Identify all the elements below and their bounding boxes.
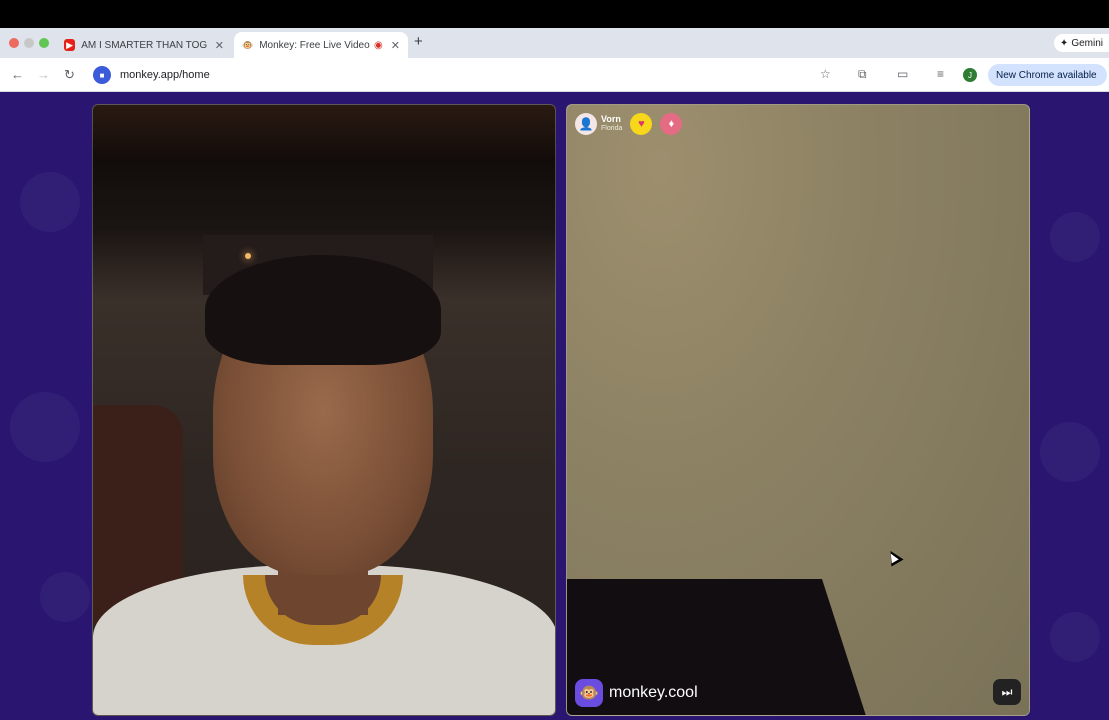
skip-button[interactable]: ⏭ — [993, 679, 1021, 705]
cast-icon[interactable]: ▭ — [897, 67, 908, 81]
peer-info: 👤 Vorn Florida ♥ ♦ — [575, 113, 683, 135]
recording-icon: ◉ — [374, 39, 383, 51]
monkey-watermark: 🐵 monkey.cool — [575, 679, 698, 707]
close-tab-icon[interactable]: ✕ — [391, 39, 400, 52]
address-bar[interactable]: ■ monkey.app/home — [88, 63, 848, 87]
peer-name: Vorn — [601, 114, 621, 124]
back-icon[interactable]: ← — [11, 67, 24, 82]
monkey-page: 👤 Vorn Florida ♥ ♦ 🐵 monkey.cool ⏭ — [0, 92, 1109, 720]
screen-top-bar — [0, 0, 1109, 28]
youtube-icon: ▶ — [64, 39, 76, 51]
background-paw-pattern — [40, 572, 90, 622]
browser-toolbar: ← → ↻ ■ monkey.app/home ☆ ⧉ ▭ ≡ J New Ch… — [0, 58, 1109, 92]
extensions-icon[interactable]: ⧉ — [858, 67, 867, 82]
background-light — [245, 253, 251, 259]
tab-title: Monkey: Free Live Video C — [259, 39, 371, 51]
chrome-update-button[interactable]: New Chrome available — [988, 64, 1107, 86]
maximize-window-icon[interactable] — [39, 38, 49, 48]
gemini-button[interactable]: ✦ Gemini — [1053, 34, 1109, 52]
monkey-icon: 🐵 — [242, 39, 254, 50]
tab-strip: ▶ AM I SMARTER THAN TOGI? ✕ 🐵 Monkey: Fr… — [0, 28, 1109, 58]
media-controls-icon[interactable]: ≡ — [937, 67, 944, 81]
close-window-icon[interactable] — [9, 38, 19, 48]
background-paw-pattern — [20, 172, 80, 232]
tab-monkey[interactable]: 🐵 Monkey: Free Live Video C ◉ ✕ — [234, 32, 408, 58]
peer-text: Vorn Florida — [601, 114, 622, 134]
heart-icon[interactable]: ♥ — [630, 113, 653, 135]
remote-video-feed: 👤 Vorn Florida ♥ ♦ 🐵 monkey.cool ⏭ — [566, 104, 1030, 716]
skip-icon: ⏭ — [1001, 684, 1013, 699]
gift-icon[interactable]: ♦ — [660, 113, 683, 135]
peer-location: Florida — [601, 125, 623, 132]
tab-youtube[interactable]: ▶ AM I SMARTER THAN TOGI? ✕ — [56, 32, 232, 58]
watermark-text: monkey.cool — [609, 684, 698, 701]
minimize-window-icon[interactable] — [24, 38, 34, 48]
forward-icon[interactable]: → — [37, 67, 50, 82]
bookmark-star-icon[interactable]: ☆ — [820, 67, 831, 81]
chrome-update-label: New Chrome available — [996, 69, 1097, 81]
local-video-feed — [92, 104, 556, 716]
close-tab-icon[interactable]: ✕ — [215, 39, 224, 52]
new-tab-icon[interactable]: + — [414, 33, 423, 50]
background-paw-pattern — [1050, 612, 1100, 662]
peer-avatar[interactable]: 👤 — [575, 113, 597, 135]
tab-title: AM I SMARTER THAN TOGI? — [81, 39, 207, 51]
monkey-logo-icon: 🐵 — [575, 679, 603, 707]
site-info-icon[interactable]: ■ — [93, 66, 111, 84]
url-text[interactable]: monkey.app/home — [120, 69, 210, 81]
gemini-label: Gemini — [1071, 37, 1103, 49]
background-paw-pattern — [10, 392, 80, 462]
background-paw-pattern — [1050, 212, 1100, 262]
person-hair — [205, 255, 441, 365]
profile-avatar[interactable]: J — [963, 68, 977, 82]
background-paw-pattern — [1040, 422, 1100, 482]
reload-icon[interactable]: ↻ — [64, 67, 75, 83]
sparkle-icon: ✦ — [1059, 37, 1069, 49]
